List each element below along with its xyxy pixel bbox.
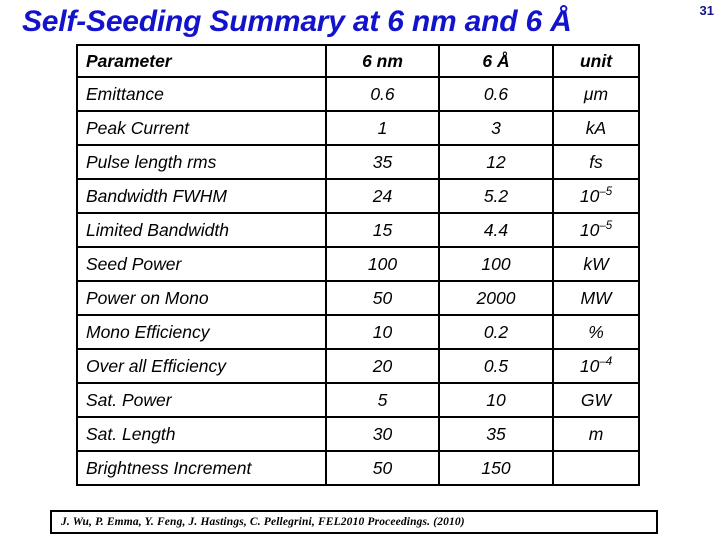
cell-unit xyxy=(552,450,640,486)
cell-6angstrom-value: 3 xyxy=(438,110,554,146)
column-header-parameter: Parameter xyxy=(76,44,327,78)
cell-6angstrom-value: 0.2 xyxy=(438,314,554,350)
cell-6angstrom-value: 4.4 xyxy=(438,212,554,248)
table-row: Sat. Length 30 35 m xyxy=(76,416,640,452)
table-row: Mono Efficiency 10 0.2% xyxy=(76,314,640,350)
page-title: Self-Seeding Summary at 6 nm and 6 Å xyxy=(22,5,572,38)
cell-6nm-value: 1 xyxy=(325,110,440,146)
unit-base: 10 xyxy=(579,185,600,206)
cell-unit: kW xyxy=(552,246,640,282)
cell-parameter: Power on Mono xyxy=(76,280,327,316)
cell-6angstrom-value: 100 xyxy=(438,246,554,282)
cell-6nm-value: 24 xyxy=(325,178,440,214)
cell-6angstrom-value: 5.2 xyxy=(438,178,554,214)
table-row: Sat. Power 5 10 GW xyxy=(76,382,640,418)
column-header-6angstrom: 6 Å xyxy=(438,44,554,78)
cell-unit: kA xyxy=(552,110,640,146)
cell-unit: μm xyxy=(552,76,640,112)
citation-text: J. Wu, P. Emma, Y. Feng, J. Hastings, C.… xyxy=(61,516,465,528)
cell-unit: m xyxy=(552,416,640,452)
cell-6nm-value: 5 xyxy=(325,382,440,418)
cell-parameter: Emittance xyxy=(76,76,327,112)
unit-exponent: –5 xyxy=(599,185,613,198)
cell-parameter: Pulse length rms xyxy=(76,144,327,180)
cell-6angstrom-value: 12 xyxy=(438,144,554,180)
cell-parameter: Bandwidth FWHM xyxy=(76,178,327,214)
table-row: Seed Power 100 100 kW xyxy=(76,246,640,282)
column-header-unit: unit xyxy=(552,44,640,78)
cell-parameter: Seed Power xyxy=(76,246,327,282)
cell-parameter: Limited Bandwidth xyxy=(76,212,327,248)
unit-base: 10 xyxy=(579,219,600,240)
cell-6angstrom-value: 10 xyxy=(438,382,554,418)
cell-6nm-value: 10 xyxy=(325,314,440,350)
table-row: Bandwidth FWHM 24 5.2 10–5 xyxy=(76,178,640,214)
cell-parameter: Peak Current xyxy=(76,110,327,146)
table-row: Pulse length rms 35 12 fs xyxy=(76,144,640,180)
cell-parameter: Sat. Power xyxy=(76,382,327,418)
table-row: Peak Current 1 3 kA xyxy=(76,110,640,146)
cell-unit: % xyxy=(552,314,640,350)
cell-6angstrom-value: 150 xyxy=(438,450,554,486)
table-header-row: Parameter 6 nm 6 Å unit xyxy=(76,44,640,78)
cell-6angstrom-value: 0.6 xyxy=(438,76,554,112)
cell-unit: 10–5 xyxy=(552,178,640,214)
cell-parameter: Over all Efficiency xyxy=(76,348,327,384)
summary-table-container: Parameter 6 nm 6 Å unit Emittance 0.6 0.6 μ… xyxy=(76,44,640,486)
table-row: Brightness Increment 50 150 xyxy=(76,450,640,486)
table-row: Limited Bandwidth 15 4.4 10–5 xyxy=(76,212,640,248)
cell-6nm-value: 50 xyxy=(325,280,440,316)
cell-parameter: Brightness Increment xyxy=(76,450,327,486)
cell-6nm-value: 50 xyxy=(325,450,440,486)
table-header: Parameter 6 nm 6 Å unit xyxy=(76,44,640,78)
unit-base: 10 xyxy=(579,355,600,376)
table-row: Power on Mono 50 2000 MW xyxy=(76,280,640,316)
cell-unit: GW xyxy=(552,382,640,418)
table-row: Over all Efficiency 20 0.5 10–4 xyxy=(76,348,640,384)
cell-unit: fs xyxy=(552,144,640,180)
unit-exponent: –4 xyxy=(599,355,613,368)
column-header-6nm: 6 nm xyxy=(325,44,440,78)
cell-parameter: Sat. Length xyxy=(76,416,327,452)
table-row: Emittance 0.6 0.6 μm xyxy=(76,76,640,112)
cell-6angstrom-value: 35 xyxy=(438,416,554,452)
cell-6nm-value: 30 xyxy=(325,416,440,452)
self-seeding-summary-table: Parameter 6 nm 6 Å unit Emittance 0.6 0.6 μ… xyxy=(76,44,640,486)
cell-6nm-value: 15 xyxy=(325,212,440,248)
cell-unit: 10–4 xyxy=(552,348,640,384)
cell-unit: MW xyxy=(552,280,640,316)
cell-6nm-value: 0.6 xyxy=(325,76,440,112)
cell-unit: 10–5 xyxy=(552,212,640,248)
cell-6angstrom-value: 0.5 xyxy=(438,348,554,384)
citation-box: J. Wu, P. Emma, Y. Feng, J. Hastings, C.… xyxy=(50,510,658,534)
cell-6nm-value: 100 xyxy=(325,246,440,282)
table-body: Emittance 0.6 0.6 μm Peak Current 1 3 kA Pulse l… xyxy=(76,76,640,486)
unit-exponent: –5 xyxy=(599,219,613,232)
cell-parameter: Mono Efficiency xyxy=(76,314,327,350)
slide-page-number: 31 xyxy=(699,3,714,18)
cell-6nm-value: 20 xyxy=(325,348,440,384)
cell-6nm-value: 35 xyxy=(325,144,440,180)
cell-6angstrom-value: 2000 xyxy=(438,280,554,316)
